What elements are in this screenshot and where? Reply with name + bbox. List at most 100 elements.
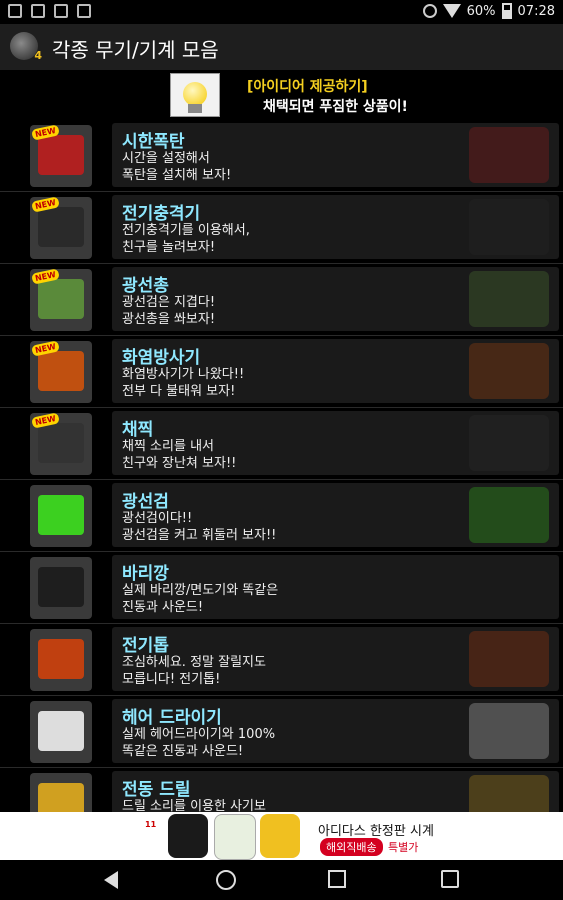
- ad-banner[interactable]: 11 아디다스 한정판 시계 해외직배송 특별가: [0, 812, 563, 860]
- list-item[interactable]: NEW 시한폭탄 시간을 설정해서 폭탄을 설치해 보자!: [0, 120, 563, 192]
- item-image: [38, 711, 84, 751]
- list-item[interactable]: NEW 전기충격기 전기충격기를 이용해서, 친구를 놀려보자!: [0, 192, 563, 264]
- list-item[interactable]: 바리깡 실제 바리깡/면도기와 똑같은 진동과 사운드!: [0, 552, 563, 624]
- item-title: 헤어 드라이기: [122, 708, 222, 728]
- item-description: 화염방사기가 나왔다!! 전부 다 불태워 보자!: [122, 367, 245, 399]
- item-ghost-image: [469, 631, 549, 687]
- item-image: [38, 279, 84, 319]
- item-ghost-image: [469, 199, 549, 255]
- home-icon[interactable]: [216, 870, 236, 890]
- item-panel[interactable]: 바리깡 실제 바리깡/면도기와 똑같은 진동과 사운드!: [112, 555, 559, 619]
- item-thumbnail: [30, 485, 92, 547]
- item-ghost-image: [469, 487, 549, 543]
- lightbulb-icon: [170, 73, 220, 117]
- item-description: 광선검은 지겹다! 광선총을 쏴보자!: [122, 295, 216, 327]
- item-image: [38, 639, 84, 679]
- status-right: 60% 07:28: [422, 3, 555, 19]
- list-item[interactable]: NEW 광선총 광선검은 지겹다! 광선총을 쏴보자!: [0, 264, 563, 336]
- item-title: 광선검: [122, 492, 169, 512]
- banner-title: [아이디어 제공하기]: [247, 79, 368, 95]
- app-icon[interactable]: 4: [10, 32, 42, 62]
- item-image: [38, 207, 84, 247]
- item-panel[interactable]: 전기충격기 전기충격기를 이용해서, 친구를 놀려보자!: [112, 195, 559, 259]
- item-title: 바리깡: [122, 564, 169, 584]
- item-image: [38, 135, 84, 175]
- weapon-list[interactable]: NEW 시한폭탄 시간을 설정해서 폭탄을 설치해 보자! NEW 전기충격기 전기충격기…: [0, 120, 563, 812]
- item-ghost-image: [469, 271, 549, 327]
- app-icon-badge: 4: [34, 49, 42, 62]
- list-item[interactable]: NEW 채찍 채찍 소리를 내서 친구와 장난쳐 보자!!: [0, 408, 563, 480]
- android-icon: [77, 4, 91, 18]
- item-thumbnail: NEW: [30, 413, 92, 475]
- list-item[interactable]: 전기톱 조심하세요. 정말 잘릴지도 모릅니다! 전기톱!: [0, 624, 563, 696]
- item-thumbnail: NEW: [30, 197, 92, 259]
- item-title: 전동 드릴: [122, 780, 191, 800]
- item-description: 채찍 소리를 내서 친구와 장난쳐 보자!!: [122, 439, 237, 471]
- item-description: 드릴 소리를 이용한 사기보: [122, 799, 266, 812]
- item-panel[interactable]: 시한폭탄 시간을 설정해서 폭탄을 설치해 보자!: [112, 123, 559, 187]
- item-title: 전기톱: [122, 636, 169, 656]
- item-image: [38, 567, 84, 607]
- back-icon[interactable]: [104, 871, 118, 889]
- nav-bar: [0, 860, 563, 900]
- item-thumbnail: [30, 629, 92, 691]
- recents-icon[interactable]: [328, 870, 346, 888]
- item-description: 실제 헤어드라이기와 100% 똑같은 진동과 사운드!: [122, 727, 276, 759]
- status-left-icons: [8, 4, 91, 18]
- item-panel[interactable]: 광선총 광선검은 지겹다! 광선총을 쏴보자!: [112, 267, 559, 331]
- idea-banner[interactable]: [아이디어 제공하기] 채택되면 푸짐한 상품이!: [0, 70, 563, 120]
- item-thumbnail: NEW: [30, 269, 92, 331]
- item-title: 시한폭탄: [122, 132, 185, 152]
- screenshot-icon[interactable]: [441, 870, 459, 888]
- item-image: [38, 495, 84, 535]
- list-item[interactable]: 광선검 광선검이다!! 광선검을 켜고 휘둘러 보자!!: [0, 480, 563, 552]
- wifi-icon: [442, 4, 461, 18]
- item-title: 광선총: [122, 276, 169, 296]
- item-description: 전기충격기를 이용해서, 친구를 놀려보자!: [122, 223, 250, 255]
- gallery-icon: [8, 4, 22, 18]
- ad-title: 아디다스 한정판 시계: [318, 824, 434, 839]
- item-ghost-image: [469, 775, 549, 812]
- item-image: [38, 423, 84, 463]
- battery-percent: 60%: [466, 3, 496, 19]
- watch-yellow-image: [260, 814, 300, 858]
- page-title: 각종 무기/기계 모음: [52, 38, 219, 62]
- item-panel[interactable]: 헤어 드라이기 실제 헤어드라이기와 100% 똑같은 진동과 사운드!: [112, 699, 559, 763]
- clock: 07:28: [517, 3, 555, 19]
- item-panel[interactable]: 채찍 채찍 소리를 내서 친구와 장난쳐 보자!!: [112, 411, 559, 475]
- item-description: 시간을 설정해서 폭탄을 설치해 보자!: [122, 151, 232, 183]
- item-thumbnail: [30, 773, 92, 812]
- watch-black-image: [168, 814, 208, 858]
- battery-icon: [501, 3, 512, 19]
- list-item[interactable]: 헤어 드라이기 실제 헤어드라이기와 100% 똑같은 진동과 사운드!: [0, 696, 563, 768]
- status-bar: 60% 07:28: [0, 0, 563, 24]
- item-thumbnail: NEW: [30, 125, 92, 187]
- item-ghost-image: [469, 127, 549, 183]
- item-image: [38, 351, 84, 391]
- item-thumbnail: NEW: [30, 341, 92, 403]
- item-description: 조심하세요. 정말 잘릴지도 모릅니다! 전기톱!: [122, 655, 266, 687]
- sim-icon: [31, 4, 45, 18]
- item-thumbnail: [30, 701, 92, 763]
- item-thumbnail: [30, 557, 92, 619]
- ad-logo: 11: [145, 820, 157, 829]
- item-title: 전기충격기: [122, 204, 201, 224]
- item-panel[interactable]: 화염방사기 화염방사기가 나왔다!! 전부 다 불태워 보자!: [112, 339, 559, 403]
- mute-icon: [422, 4, 437, 18]
- usb-icon: [54, 4, 68, 18]
- item-panel[interactable]: 전동 드릴 드릴 소리를 이용한 사기보: [112, 771, 559, 812]
- ad-tag: 해외직배송: [320, 838, 383, 856]
- item-title: 채찍: [122, 420, 154, 440]
- item-ghost-image: [469, 703, 549, 759]
- item-ghost-image: [469, 559, 549, 615]
- list-item[interactable]: 전동 드릴 드릴 소리를 이용한 사기보: [0, 768, 563, 812]
- item-panel[interactable]: 전기톱 조심하세요. 정말 잘릴지도 모릅니다! 전기톱!: [112, 627, 559, 691]
- item-description: 실제 바리깡/면도기와 똑같은 진동과 사운드!: [122, 583, 279, 615]
- item-panel[interactable]: 광선검 광선검이다!! 광선검을 켜고 휘둘러 보자!!: [112, 483, 559, 547]
- item-image: [38, 783, 84, 812]
- watch-white-image: [214, 814, 256, 860]
- item-title: 화염방사기: [122, 348, 201, 368]
- item-description: 광선검이다!! 광선검을 켜고 휘둘러 보자!!: [122, 511, 277, 543]
- banner-subtitle: 채택되면 푸짐한 상품이!: [263, 99, 408, 115]
- list-item[interactable]: NEW 화염방사기 화염방사기가 나왔다!! 전부 다 불태워 보자!: [0, 336, 563, 408]
